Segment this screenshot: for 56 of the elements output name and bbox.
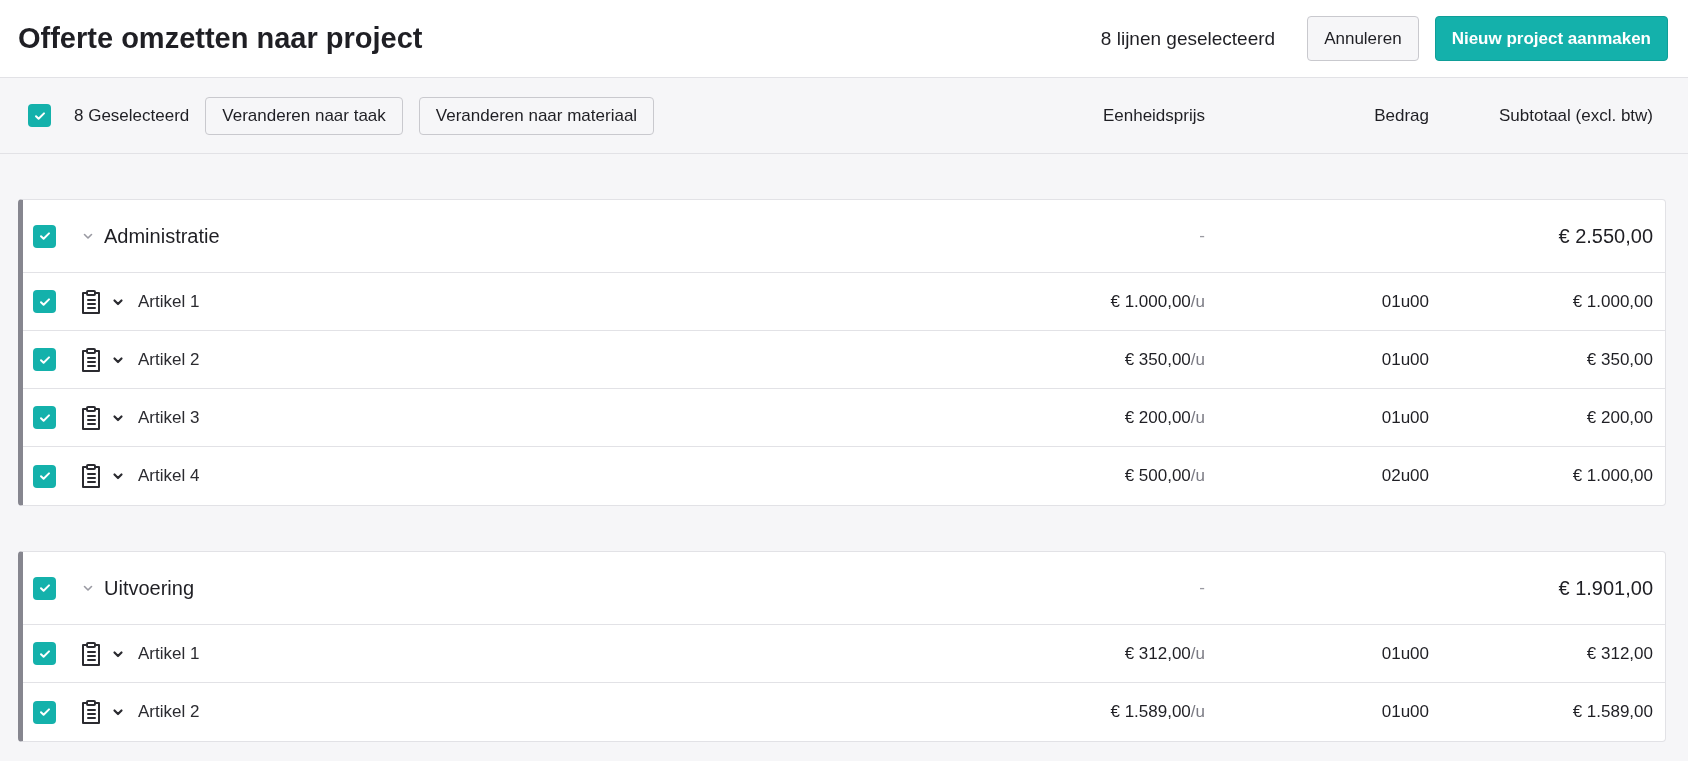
item-name: Artikel 1 <box>138 291 200 312</box>
checkbox[interactable] <box>33 224 56 248</box>
checkbox[interactable] <box>33 290 56 313</box>
item-name: Artikel 1 <box>138 643 200 664</box>
amount: 01u00 <box>1380 291 1429 312</box>
amount: 02u00 <box>1380 466 1429 486</box>
subtotal: € 1.589,00 <box>1571 702 1653 722</box>
amount: 01u00 <box>1380 702 1429 722</box>
clipboard-icon <box>80 346 102 373</box>
unit-price: € 200,00/u <box>1123 407 1205 428</box>
unit-price: € 350,00/u <box>1123 349 1205 370</box>
checkbox[interactable] <box>33 700 56 724</box>
subtotal: € 350,00 <box>1585 349 1653 370</box>
amount: 01u00 <box>1380 407 1429 428</box>
group-name: Administratie <box>104 224 220 248</box>
clipboard-icon <box>80 463 102 489</box>
item-name: Artikel 2 <box>138 349 200 370</box>
checkbox[interactable] <box>33 406 56 429</box>
amount: 01u00 <box>1380 349 1429 370</box>
column-header: Eenheidsprijs <box>1101 105 1205 126</box>
chevron-icon[interactable] <box>112 706 124 718</box>
selection-count: 8 lijnen geselecteerd <box>1100 27 1276 50</box>
checkbox[interactable] <box>33 464 56 488</box>
unit-price: € 1.000,00/u <box>1109 291 1205 312</box>
clipboard-icon <box>80 404 102 431</box>
page-title: Offerte omzetten naar project <box>18 22 424 55</box>
subtotal: € 1.000,00 <box>1571 466 1653 486</box>
column-header: Subtotaal (excl. btw) <box>1498 105 1653 126</box>
subtotal: € 1.000,00 <box>1571 291 1653 312</box>
cancel-button[interactable]: Annuleren <box>1307 16 1419 61</box>
unit-price: - <box>1198 578 1205 598</box>
group-subtotal: € 2.550,00 <box>1557 224 1653 248</box>
unit-price: € 312,00/u <box>1123 643 1205 664</box>
convert-button[interactable]: Veranderen naar materiaal <box>418 96 655 135</box>
column-header: Bedrag <box>1373 105 1429 126</box>
clipboard-icon <box>80 640 102 667</box>
unit-price: € 500,00/u <box>1123 466 1205 486</box>
checkbox[interactable] <box>33 642 56 665</box>
checkbox[interactable] <box>33 348 56 371</box>
chevron-icon[interactable] <box>112 470 124 482</box>
item-name: Artikel 2 <box>138 702 200 722</box>
group-subtotal: € 1.901,00 <box>1557 576 1653 600</box>
clipboard-icon <box>80 699 102 725</box>
item-name: Artikel 3 <box>138 407 200 428</box>
clipboard-icon <box>80 288 102 315</box>
item-name: Artikel 4 <box>138 466 200 486</box>
unit-price: - <box>1198 226 1205 246</box>
convert-button[interactable]: Veranderen naar taak <box>205 96 403 135</box>
subtotal: € 200,00 <box>1585 407 1653 428</box>
checkbox[interactable] <box>33 576 56 600</box>
subtotal: € 312,00 <box>1585 643 1653 664</box>
unit-price: € 1.589,00/u <box>1109 702 1205 722</box>
checkbox[interactable] <box>28 104 51 127</box>
amount: 01u00 <box>1380 643 1429 664</box>
selected-count: 8 Geselecteerd <box>74 105 190 126</box>
group-name: Uitvoering <box>104 576 195 600</box>
